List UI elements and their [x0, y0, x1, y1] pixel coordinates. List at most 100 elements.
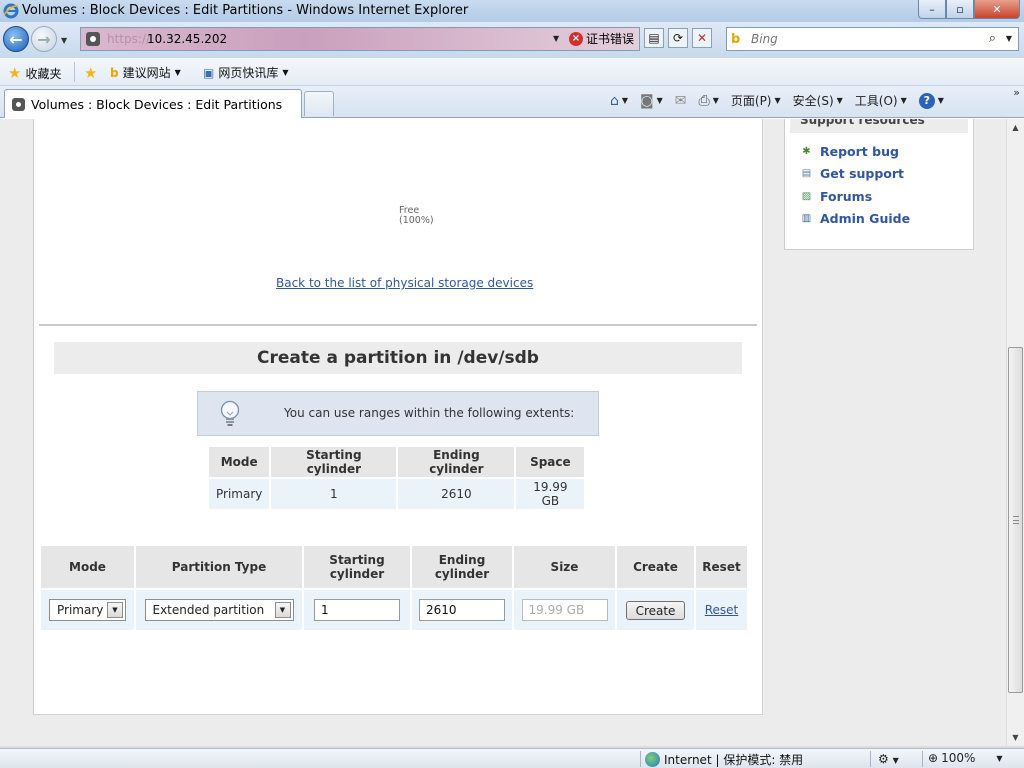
mode-cell: Primary ▼: [41, 590, 134, 630]
security-zone-label: Internet | 保护模式: 禁用: [664, 753, 804, 767]
page-menu[interactable]: 页面(P) ▼: [731, 92, 781, 109]
form-header-reset: Reset: [696, 546, 747, 588]
forums-label: Forums: [820, 189, 873, 204]
table-row: Primary 1 2610 19.99 GB: [209, 479, 585, 509]
home-icon: ⌂: [610, 92, 619, 109]
scroll-down-arrow-icon[interactable]: ▼: [1007, 729, 1024, 746]
close-window-button[interactable]: ✕: [974, 0, 1020, 19]
forward-button[interactable]: →: [31, 26, 57, 52]
create-button[interactable]: Create: [626, 600, 685, 620]
minimize-button[interactable]: –: [918, 0, 946, 19]
command-bar: ⌂ ▼ ◙ ▼ ✉ ⎙ ▼ 页面(P) ▼ 安全(S) ▼ 工具(O) ▼ ? …: [610, 92, 956, 109]
admin-guide-label: Admin Guide: [820, 211, 911, 226]
extent-start-cell: 1: [271, 479, 397, 509]
search-icon[interactable]: ⌕: [989, 31, 996, 46]
book-icon: ▥: [801, 213, 812, 224]
stop-button[interactable]: ✕: [692, 28, 712, 48]
search-input[interactable]: [751, 31, 991, 47]
starting-cylinder-input[interactable]: 1: [314, 599, 400, 621]
rss-feed-icon: ◙: [640, 92, 654, 109]
end-cylinder-cell: 2610: [412, 590, 512, 630]
vertical-scrollbar[interactable]: ▲ ▼: [1006, 119, 1024, 746]
globe-icon: [645, 752, 660, 767]
certificate-error-label: 证书错误: [586, 32, 635, 46]
protected-mode-dropdown-icon: ▼: [892, 756, 899, 765]
scrollbar-thumb[interactable]: [1008, 347, 1023, 693]
url-text[interactable]: 10.32.45.202: [147, 32, 227, 46]
url-protocol: https://: [107, 32, 151, 46]
address-bar[interactable]: https:// 10.32.45.202 ▼ × 证书错误: [80, 27, 640, 51]
compatibility-view-button[interactable]: ▤: [644, 28, 664, 48]
tab-edit-partitions[interactable]: Volumes : Block Devices : Edit Partition…: [4, 89, 302, 118]
lightbulb-icon: [220, 400, 240, 426]
suggested-sites-button[interactable]: b 建议网站 ▼: [110, 64, 181, 81]
back-button[interactable]: ←: [3, 26, 29, 52]
search-options-dropdown-icon[interactable]: ▼: [1006, 34, 1012, 43]
table-row: Primary ▼ Extended partition ▼ 1 2610 19…: [41, 590, 747, 630]
forum-icon: ▨: [801, 191, 812, 202]
ending-cylinder-input[interactable]: 2610: [419, 599, 505, 621]
report-bug-link[interactable]: ✱ Report bug: [800, 144, 899, 159]
recent-pages-dropdown-icon[interactable]: ▼: [61, 36, 67, 45]
reset-link[interactable]: Reset: [705, 603, 739, 617]
favorites-bar: ★ 收藏夹 ★ b 建议网站 ▼ ▣ 网页快讯库 ▼: [0, 58, 1024, 86]
safety-menu-dropdown-icon: ▼: [836, 96, 843, 105]
size-input: 19.99 GB: [521, 599, 608, 621]
protected-mode-button[interactable]: ⚙ ▼: [878, 752, 899, 766]
print-dropdown-icon: ▼: [712, 96, 719, 105]
back-to-devices-link[interactable]: Back to the list of physical storage dev…: [276, 276, 533, 290]
mode-select[interactable]: Primary ▼: [49, 599, 126, 621]
reset-cell: Reset: [696, 590, 747, 630]
read-mail-button[interactable]: ✉: [675, 93, 687, 109]
tools-menu[interactable]: 工具(O) ▼: [855, 92, 907, 109]
partition-type-select[interactable]: Extended partition ▼: [144, 599, 294, 621]
home-button[interactable]: ⌂ ▼: [610, 93, 628, 109]
status-separator: [922, 751, 923, 767]
suggested-sites-dropdown-icon: ▼: [174, 68, 181, 77]
forums-link[interactable]: ▨ Forums: [800, 189, 872, 204]
refresh-button[interactable]: ⟳: [668, 28, 688, 48]
printer-icon: ⎙: [698, 92, 710, 109]
main-content-panel: Free (100%) Back to the list of physical…: [33, 119, 763, 715]
safety-menu[interactable]: 安全(S) ▼: [793, 92, 843, 109]
arrow-left-icon: ←: [9, 29, 23, 49]
site-favicon-icon: [86, 32, 100, 46]
partition-type-cell: Extended partition ▼: [136, 590, 302, 630]
support-resources-title: Support resources: [800, 119, 925, 127]
extents-table: Mode Starting cylinder Ending cylinder S…: [207, 445, 586, 511]
help-menu[interactable]: ? ▼: [918, 92, 944, 109]
bing-suggested-icon: b: [110, 65, 119, 80]
extent-space-cell: 19.99 GB: [516, 479, 585, 509]
tab-bar: Volumes : Block Devices : Edit Partition…: [0, 86, 1024, 118]
address-tools: ▤ ⟳ ✕: [644, 28, 712, 48]
form-header-size: Size: [514, 546, 615, 588]
add-favorite-star-icon: ★: [84, 64, 98, 82]
scroll-up-arrow-icon[interactable]: ▲: [1007, 119, 1024, 136]
extent-end-cell: 2610: [398, 479, 515, 509]
print-button[interactable]: ⎙ ▼: [699, 93, 719, 109]
extent-mode-cell: Primary: [209, 479, 270, 509]
start-cylinder-cell: 1: [304, 590, 410, 630]
form-header-mode: Mode: [41, 546, 134, 588]
add-to-favorites-bar-button[interactable]: ★: [84, 64, 97, 82]
extents-header-ending-cylinder: Ending cylinder: [398, 447, 515, 477]
feeds-button[interactable]: ◙ ▼: [640, 93, 663, 109]
chevron-down-icon[interactable]: ▼: [107, 602, 123, 618]
form-header-partition-type: Partition Type: [136, 546, 302, 588]
get-support-link[interactable]: ▤ Get support: [800, 166, 904, 181]
chevron-down-icon[interactable]: ▼: [274, 602, 291, 618]
maximize-button[interactable]: ▫: [946, 0, 974, 19]
new-tab-button[interactable]: [304, 91, 334, 116]
address-dropdown-icon[interactable]: ▼: [553, 34, 559, 43]
compatibility-icon: ▤: [648, 31, 660, 45]
status-separator: [640, 751, 641, 767]
address-toolbar: ← → ▼ https:// 10.32.45.202 ▼ × 证书错误 ▤ ⟳…: [0, 22, 1024, 58]
certificate-error-button[interactable]: × 证书错误: [569, 30, 634, 47]
favorites-button[interactable]: ★ 收藏夹: [8, 64, 61, 82]
free-percent: (100%): [399, 215, 434, 226]
web-slice-gallery-button[interactable]: ▣ 网页快讯库 ▼: [203, 64, 289, 81]
admin-guide-link[interactable]: ▥ Admin Guide: [800, 211, 910, 226]
security-zone[interactable]: Internet | 保护模式: 禁用: [645, 751, 803, 768]
more-commands-chevron-icon[interactable]: »: [1013, 86, 1020, 99]
zoom-control[interactable]: ⊕ 100% ▼: [928, 751, 1003, 765]
